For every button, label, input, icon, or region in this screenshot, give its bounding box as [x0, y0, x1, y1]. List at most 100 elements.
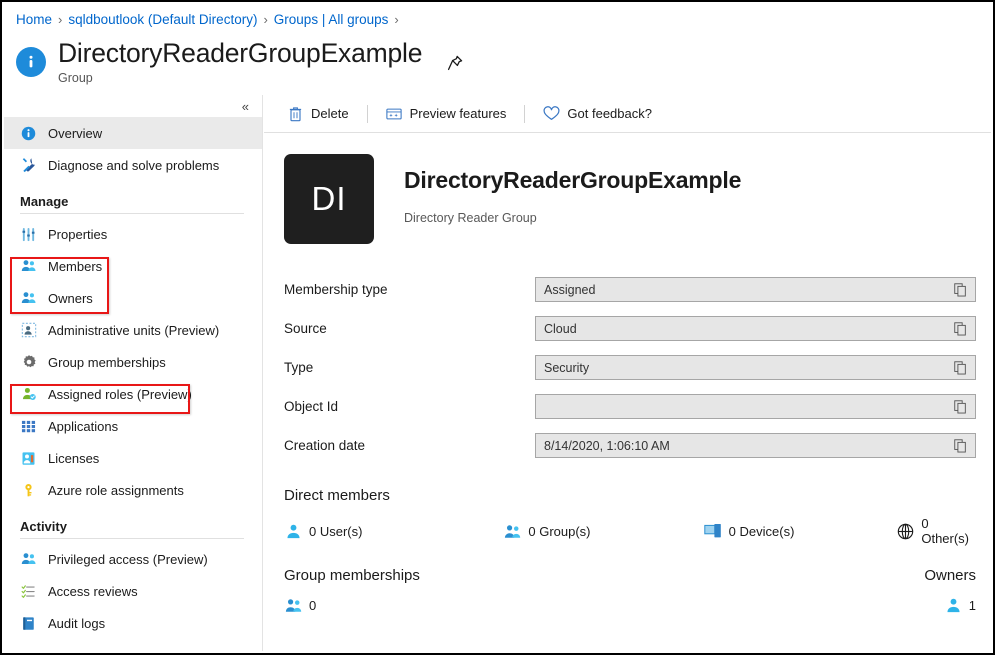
breadcrumb-separator: › [58, 12, 63, 27]
group-name: DirectoryReaderGroupExample [404, 167, 742, 193]
count-label: 0 Group(s) [528, 523, 591, 539]
creation-date-field[interactable]: 8/14/2020, 1:06:10 AM [535, 433, 976, 458]
got-feedback-button[interactable]: Got feedback? [539, 102, 656, 125]
copy-icon[interactable] [952, 437, 969, 454]
group-memberships-heading: Group memberships [284, 567, 420, 584]
sidebar-item-licenses[interactable]: Licenses [4, 442, 262, 474]
group-memberships-counts: 0 [284, 596, 420, 615]
delete-label: Delete [311, 106, 349, 121]
property-label: Source [284, 321, 327, 336]
sidebar-item-access-reviews[interactable]: Access reviews [4, 575, 262, 607]
sidebar-item-assigned-roles[interactable]: Assigned roles (Preview) [4, 378, 262, 410]
owners-counts: 1 [924, 596, 976, 615]
direct-members-devices[interactable]: 0 Device(s) [704, 516, 897, 546]
sidebar-item-label: Properties [48, 226, 108, 242]
sidebar-item-properties[interactable]: Properties [4, 218, 262, 250]
direct-members-users[interactable]: 0 User(s) [284, 516, 503, 546]
property-value: Security [544, 360, 590, 375]
breadcrumb-separator: › [394, 12, 399, 27]
property-label: Membership type [284, 282, 388, 297]
bottom-summary: Group memberships 0 Owners 1 [264, 567, 991, 615]
properties-list: Membership type Assigned Source Cloud Ty… [264, 270, 991, 465]
direct-members-groups[interactable]: 0 Group(s) [503, 516, 703, 546]
person-role-icon [20, 386, 37, 403]
copy-icon[interactable] [952, 398, 969, 415]
device-icon [704, 522, 723, 541]
preview-features-label: Preview features [409, 106, 507, 121]
sidebar-item-label: Assigned roles (Preview) [48, 386, 192, 402]
property-row-type: Type Security [284, 348, 976, 387]
membership-type-field[interactable]: Assigned [535, 277, 976, 302]
people-icon [20, 290, 37, 307]
sliders-icon [20, 226, 37, 243]
got-feedback-label: Got feedback? [567, 106, 652, 121]
breadcrumb: Home › sqldboutlook (Default Directory) … [16, 12, 405, 27]
sidebar-section-activity: Activity [20, 519, 67, 534]
property-row-membership-type: Membership type Assigned [284, 270, 976, 309]
info-icon [16, 47, 46, 77]
direct-members-other[interactable]: 0 Other(s) [896, 516, 976, 546]
owners-section: Owners 1 [924, 567, 976, 615]
object-id-field[interactable] [535, 394, 976, 419]
owners-count-cell[interactable]: 1 [944, 596, 976, 615]
breadcrumb-item-directory[interactable]: sqldboutlook (Default Directory) [68, 12, 257, 27]
main-content: Delete Preview features Got feedback? DI… [264, 95, 991, 651]
sidebar-item-azure-role-assignments[interactable]: Azure role assignments [4, 474, 262, 506]
delete-button[interactable]: Delete [283, 102, 353, 125]
sidebar-item-label: Audit logs [48, 615, 106, 631]
direct-members-section: Direct members 0 User(s) 0 Group(s) 0 De… [264, 487, 991, 546]
sidebar-item-label: Azure role assignments [48, 482, 184, 498]
toolbar-separator [524, 104, 526, 123]
sidebar-item-label: Owners [48, 290, 93, 306]
copy-icon[interactable] [952, 320, 969, 337]
sidebar-divider [20, 213, 244, 214]
globe-icon [896, 522, 915, 541]
checklist-icon [20, 583, 37, 600]
pin-icon[interactable] [442, 50, 468, 76]
property-label: Object Id [284, 399, 339, 414]
group-memberships-count-cell[interactable]: 0 [284, 596, 316, 615]
copy-icon[interactable] [952, 281, 969, 298]
sidebar-item-overview[interactable]: Overview [4, 117, 262, 149]
breadcrumb-item-home[interactable]: Home [16, 12, 52, 27]
preview-features-button[interactable]: Preview features [382, 102, 511, 125]
copy-icon[interactable] [952, 359, 969, 376]
admin-units-icon [20, 322, 37, 339]
sidebar-item-owners[interactable]: Owners [4, 282, 262, 314]
property-row-object-id: Object Id [284, 387, 976, 426]
sidebar-divider [20, 538, 244, 539]
source-field[interactable]: Cloud [535, 316, 976, 341]
page-title: DirectoryReaderGroupExample [58, 38, 423, 68]
trash-icon [287, 105, 304, 122]
page-title-block: DirectoryReaderGroupExample Group [58, 38, 422, 85]
count-label: 1 [968, 598, 976, 613]
sidebar-item-audit-logs[interactable]: Audit logs [4, 607, 262, 639]
sidebar-item-administrative-units[interactable]: Administrative units (Preview) [4, 314, 262, 346]
sidebar-item-label: Licenses [48, 450, 100, 466]
sidebar-item-label: Access reviews [48, 583, 138, 599]
people-icon [20, 551, 37, 568]
key-icon [20, 482, 37, 499]
property-label: Creation date [284, 438, 366, 453]
breadcrumb-item-groups[interactable]: Groups | All groups [274, 12, 389, 27]
sidebar-section-manage: Manage [20, 194, 69, 209]
user-icon [284, 522, 303, 541]
sidebar-item-members[interactable]: Members [4, 250, 262, 282]
sidebar-item-diagnose[interactable]: Diagnose and solve problems [4, 149, 262, 181]
toolbar-separator [366, 104, 368, 123]
group-memberships-section: Group memberships 0 [284, 567, 420, 615]
count-label: 0 Other(s) [921, 516, 970, 546]
sidebar-item-privileged-access[interactable]: Privileged access (Preview) [4, 543, 262, 575]
license-icon [20, 450, 37, 467]
sidebar-item-applications[interactable]: Applications [4, 410, 262, 442]
count-label: 0 User(s) [309, 523, 363, 539]
grid-icon [20, 418, 37, 435]
collapse-sidebar-button[interactable]: « [239, 98, 252, 115]
sidebar-item-label: Members [48, 258, 103, 274]
group-icon [284, 596, 303, 615]
sidebar-item-group-memberships[interactable]: Group memberships [4, 346, 262, 378]
group-description: Directory Reader Group [404, 211, 537, 225]
preview-features-icon [386, 105, 403, 122]
type-field[interactable]: Security [535, 355, 976, 380]
gear-icon [20, 354, 37, 371]
